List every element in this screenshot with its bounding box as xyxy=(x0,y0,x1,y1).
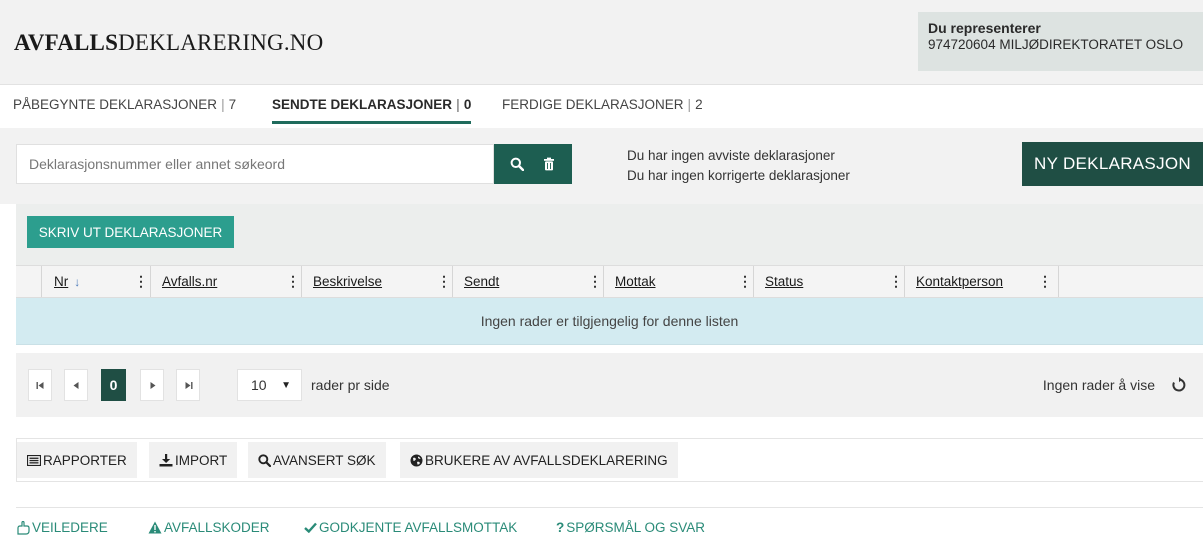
page-size-value: 10 xyxy=(251,377,267,393)
column-header-status[interactable]: Status xyxy=(765,266,803,297)
column-header-sendt[interactable]: Sendt xyxy=(464,266,499,297)
column-divider xyxy=(753,266,754,297)
first-page-button[interactable] xyxy=(28,369,52,401)
chevron-down-icon: ▼ xyxy=(281,380,291,391)
column-divider xyxy=(150,266,151,297)
app-header: AVFALLSDEKLARERING.NO Du representerer 9… xyxy=(0,0,1203,84)
advanced-search-label: AVANSERT SØK xyxy=(273,452,376,468)
prev-page-button[interactable] xyxy=(64,369,88,401)
action-bar: RAPPORTER IMPORT AVANSERT SØK BRUKERE AV… xyxy=(16,438,1203,482)
search-button-group xyxy=(494,144,572,184)
column-header-kontaktperson[interactable]: Kontaktperson xyxy=(916,266,1003,297)
page-size-select[interactable]: 10 ▼ xyxy=(237,369,302,401)
globe-icon xyxy=(410,454,423,466)
representation-box[interactable]: Du representerer 974720604 MILJØDIREKTOR… xyxy=(918,12,1203,71)
pager-info: Ingen rader å vise xyxy=(1042,377,1155,393)
column-divider xyxy=(603,266,604,297)
column-divider xyxy=(904,266,905,297)
print-declarations-button[interactable]: SKRIV UT DEKLARASJONER xyxy=(27,216,234,248)
search-toolbar: Du har ingen avviste deklarasjoner Du ha… xyxy=(0,128,1203,204)
faq-link[interactable]: ? SPØRSMÅL OG SVAR xyxy=(556,520,705,535)
users-button[interactable]: BRUKERE AV AVFALLSDEKLARERING xyxy=(400,442,678,478)
warning-icon xyxy=(148,521,162,534)
column-header-nr[interactable]: Nr ↓ xyxy=(54,266,80,297)
refresh-icon xyxy=(1172,377,1186,392)
hand-icon xyxy=(17,520,30,535)
faq-label: SPØRSMÅL OG SVAR xyxy=(566,520,706,535)
search-input[interactable] xyxy=(16,144,494,184)
column-divider xyxy=(1058,266,1059,297)
column-divider xyxy=(41,266,42,297)
notice-corrected: Du har ingen korrigerte deklarasjoner xyxy=(627,168,850,183)
grid-header: Nr ↓ ⋮ Avfalls.nr ⋮ Beskrivelse ⋮ Sendt ⋮… xyxy=(16,265,1203,298)
column-menu-icon[interactable]: ⋮ xyxy=(889,266,903,297)
last-page-button[interactable] xyxy=(176,369,200,401)
column-menu-icon[interactable]: ⋮ xyxy=(437,266,451,297)
check-icon xyxy=(304,522,317,533)
import-icon xyxy=(159,453,173,466)
last-page-icon xyxy=(185,381,192,389)
search-icon xyxy=(258,453,271,467)
grid-pager: 0 10 ▼ rader pr side Ingen rader å vise xyxy=(16,353,1203,417)
first-page-icon xyxy=(36,381,43,389)
notice-rejected: Du har ingen avviste deklarasjoner xyxy=(627,148,835,163)
next-page-button[interactable] xyxy=(140,369,164,401)
import-button[interactable]: IMPORT xyxy=(149,442,238,478)
next-page-icon xyxy=(150,381,155,389)
new-declaration-button[interactable]: NY DEKLARASJON xyxy=(1022,142,1203,186)
current-page-button[interactable]: 0 xyxy=(101,369,126,401)
declaration-notices: Du har ingen avviste deklarasjoner Du ha… xyxy=(627,146,850,186)
waste-codes-link[interactable]: AVFALLSKODER xyxy=(148,520,270,535)
column-menu-icon[interactable]: ⋮ xyxy=(588,266,602,297)
advanced-search-button[interactable]: AVANSERT SØK xyxy=(248,442,386,478)
reports-button[interactable]: RAPPORTER xyxy=(17,442,137,478)
prev-page-icon xyxy=(73,381,78,389)
question-icon: ? xyxy=(556,520,565,535)
rep-organization: 974720604 MILJØDIREKTORATET OSLO xyxy=(928,37,1184,52)
column-divider xyxy=(452,266,453,297)
empty-grid-message: Ingen rader er tilgjengelig for denne li… xyxy=(16,298,1203,345)
users-label: BRUKERE AV AVFALLSDEKLARERING xyxy=(425,452,668,468)
page-size-label: rader pr side xyxy=(311,377,390,393)
approved-facilities-label: GODKJENTE AVFALLSMOTTAK xyxy=(319,520,518,535)
declaration-tabs: PÅBEGYNTE DEKLARASJONER | 7 SENDTE DEKLARA… xyxy=(0,84,1203,128)
waste-codes-label: AVFALLSKODER xyxy=(164,520,270,535)
tab-sendte[interactable]: SENDTE DEKLARASJONER | 0 xyxy=(272,97,472,124)
site-logo[interactable]: AVFALLSDEKLARERING.NO xyxy=(14,30,323,56)
column-header-mottak[interactable]: Mottak xyxy=(615,266,656,297)
refresh-button[interactable] xyxy=(1163,369,1195,401)
tab-pabegynte[interactable]: PÅBEGYNTE DEKLARASJONER | 7 xyxy=(13,97,236,112)
reports-label: RAPPORTER xyxy=(43,452,127,468)
column-divider xyxy=(301,266,302,297)
tab-ferdige[interactable]: FERDIGE DEKLARASJONER | 2 xyxy=(502,97,703,112)
help-links: VEILEDERE AVFALLSKODER GODKJENTE AVFALLS… xyxy=(16,507,1203,542)
rep-title: Du representerer xyxy=(928,20,1041,36)
trash-icon[interactable] xyxy=(542,157,556,171)
import-label: IMPORT xyxy=(175,452,228,468)
declarations-grid: SKRIV UT DEKLARASJONER Nr ↓ ⋮ Avfalls.nr … xyxy=(16,204,1203,345)
column-header-avfallsnr[interactable]: Avfalls.nr xyxy=(162,266,217,297)
approved-facilities-link[interactable]: GODKJENTE AVFALLSMOTTAK xyxy=(304,520,517,535)
column-menu-icon[interactable]: ⋮ xyxy=(286,266,300,297)
sort-desc-icon[interactable]: ↓ xyxy=(74,275,80,289)
column-menu-icon[interactable]: ⋮ xyxy=(1038,266,1052,297)
column-menu-icon[interactable]: ⋮ xyxy=(738,266,752,297)
column-menu-icon[interactable]: ⋮ xyxy=(134,266,148,297)
column-header-beskrivelse[interactable]: Beskrivelse xyxy=(313,266,382,297)
report-icon xyxy=(27,454,41,466)
guides-label: VEILEDERE xyxy=(32,520,108,535)
guides-link[interactable]: VEILEDERE xyxy=(16,520,108,535)
search-icon[interactable] xyxy=(510,157,525,172)
